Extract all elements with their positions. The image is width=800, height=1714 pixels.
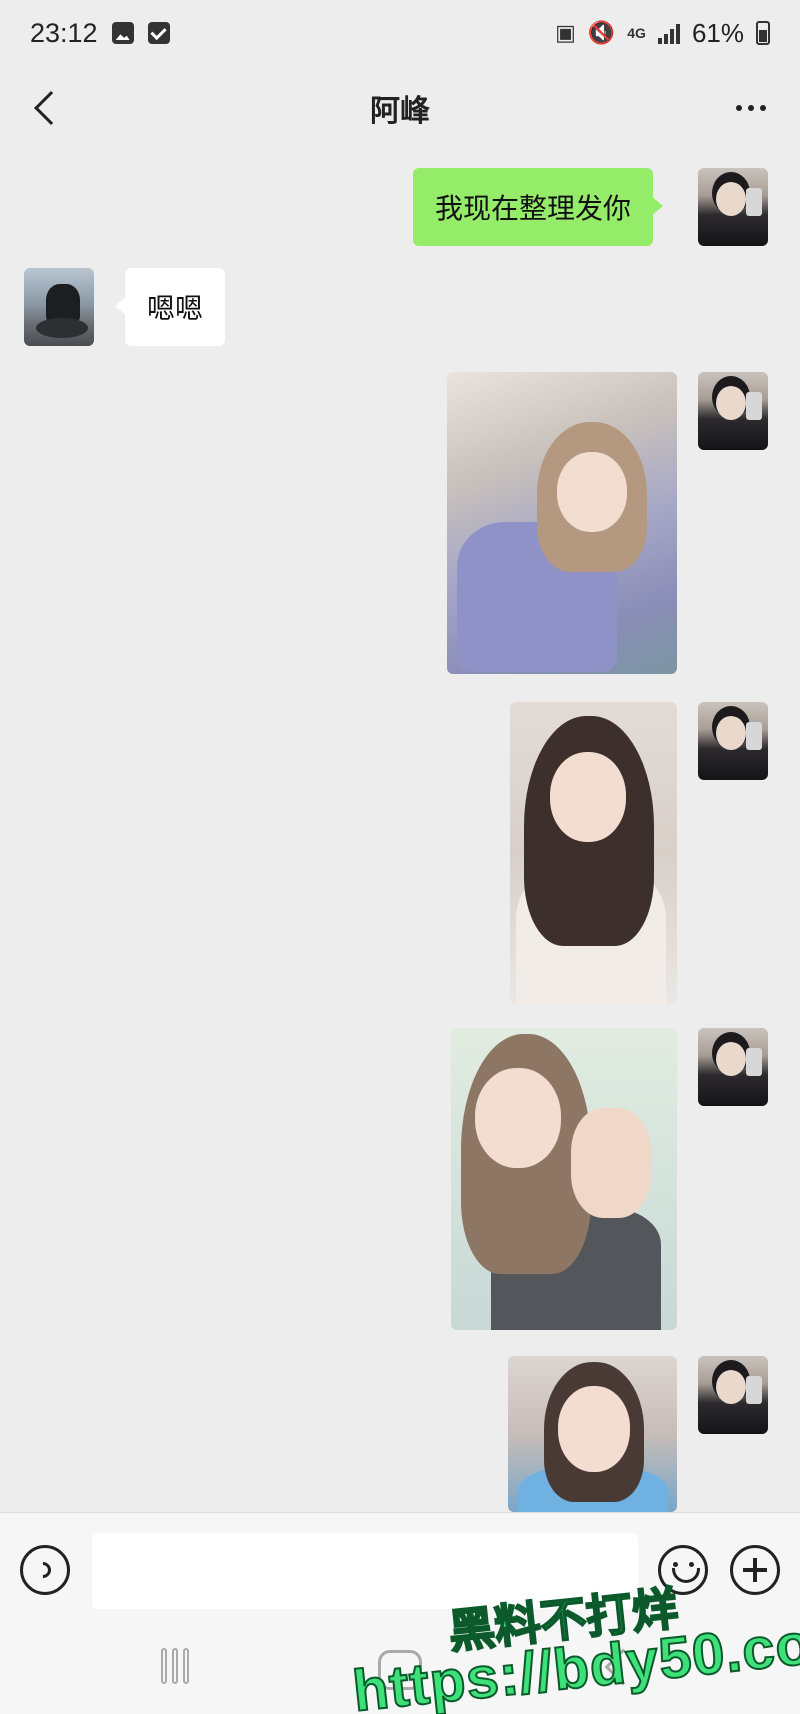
status-bar: 23:12 ▣ 🔇 4G 61%: [0, 0, 800, 66]
signal-icon: [657, 22, 680, 44]
self-avatar[interactable]: [698, 372, 768, 450]
chat-header: 阿峰: [0, 66, 800, 150]
chevron-left-icon: [34, 91, 68, 125]
recents-icon: [172, 1648, 178, 1684]
photo-content: [550, 752, 626, 842]
photo-content: [571, 1108, 651, 1218]
recents-icon: [161, 1648, 167, 1684]
photo-content: [558, 1386, 630, 1472]
more-options-button[interactable]: [728, 92, 774, 124]
back-button[interactable]: [26, 86, 68, 130]
photo-content: [475, 1068, 561, 1168]
more-dot-icon: [760, 105, 766, 111]
checkbox-notification-icon: [147, 22, 170, 44]
sent-image-message[interactable]: [447, 372, 677, 674]
received-text-bubble[interactable]: 嗯嗯: [114, 268, 226, 346]
photo-content: [557, 452, 627, 532]
sent-image-message[interactable]: [508, 1356, 677, 1512]
status-right: ▣ 🔇 4G 61%: [555, 18, 770, 49]
self-avatar[interactable]: [698, 702, 768, 780]
status-left: 23:12: [30, 18, 170, 49]
battery-icon: [756, 21, 770, 45]
voice-input-button[interactable]: [20, 1545, 70, 1595]
sent-image-message[interactable]: [510, 702, 677, 1004]
recents-button[interactable]: [155, 1648, 195, 1688]
status-time: 23:12: [30, 17, 98, 48]
message-text: 我现在整理发你: [435, 193, 632, 224]
more-dot-icon: [736, 105, 742, 111]
self-avatar[interactable]: [698, 1356, 768, 1434]
self-avatar[interactable]: [698, 168, 768, 246]
network-type: 4G: [627, 24, 646, 41]
chat-messages[interactable]: 我现在整理发你 嗯嗯: [0, 150, 800, 1512]
watermark: 黑料不打烊 https://bdy50.co: [349, 1581, 800, 1714]
more-dot-icon: [748, 105, 754, 111]
sent-text-bubble[interactable]: 我现在整理发你: [413, 168, 664, 246]
self-avatar[interactable]: [698, 1028, 768, 1106]
lock-icon: ▣: [555, 20, 576, 45]
chat-title: 阿峰: [370, 95, 430, 128]
voice-icon: [31, 1558, 55, 1582]
sent-image-message[interactable]: [451, 1028, 677, 1330]
recents-icon: [183, 1648, 189, 1684]
battery-percent: 61%: [691, 17, 744, 48]
message-text: 嗯嗯: [147, 293, 204, 324]
contact-avatar[interactable]: [24, 268, 94, 346]
mute-icon: 🔇: [587, 20, 616, 45]
gallery-notification-icon: [111, 22, 134, 44]
